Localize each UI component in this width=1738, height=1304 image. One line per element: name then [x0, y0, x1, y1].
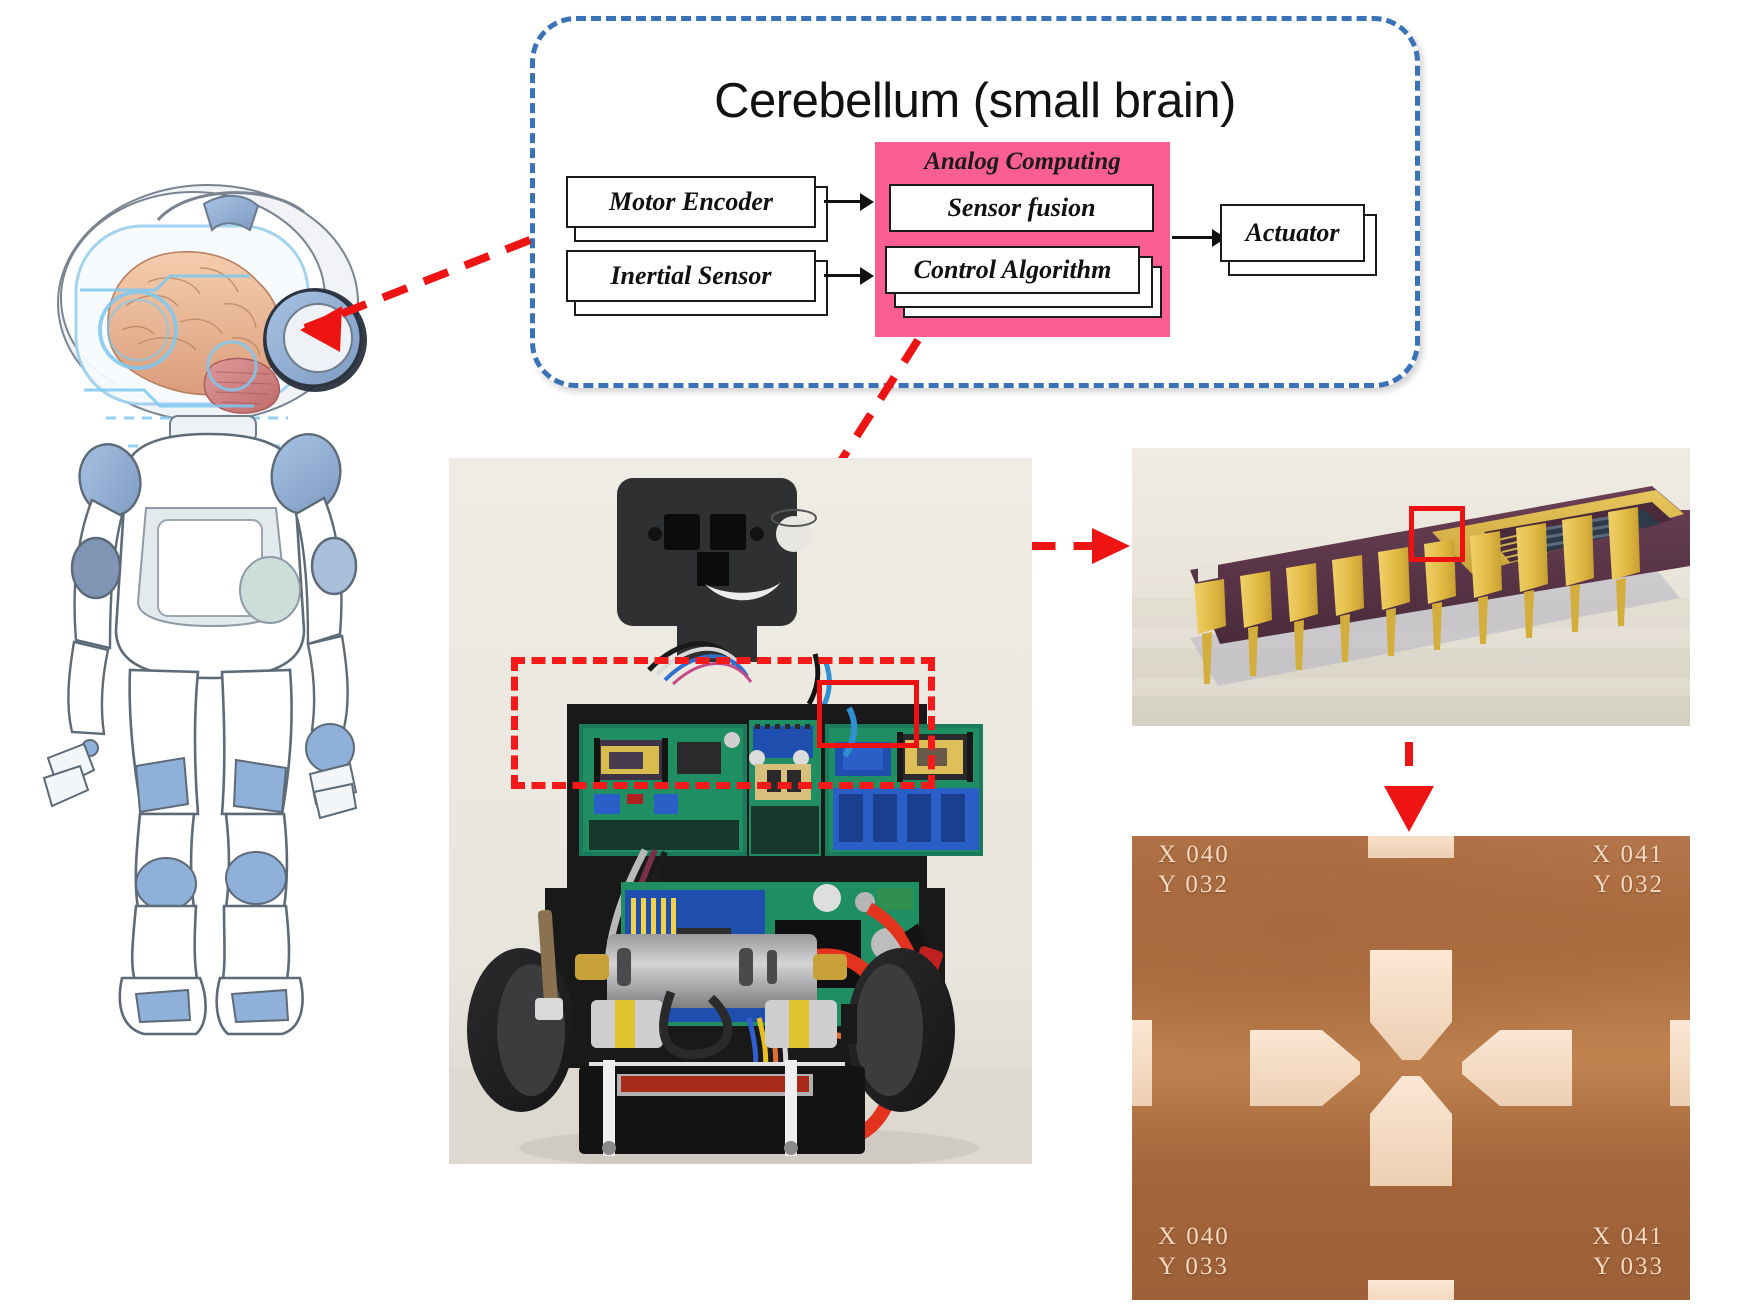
robot-head: [57, 184, 367, 448]
sensor-fusion-block: Sensor fusion: [889, 184, 1154, 232]
arrow-analog-to-actuator: [1172, 236, 1214, 239]
robot-feet: [118, 976, 304, 1036]
drive-motors: [575, 934, 847, 1008]
page-title: Cerebellum (small brain): [714, 74, 1236, 128]
analog-computing-label: Analog Computing: [924, 148, 1121, 175]
analog-chip-annotation: [817, 680, 919, 748]
micrograph-label-bottom-right: X 041 Y 033: [1592, 1223, 1664, 1280]
robot-hands: [42, 723, 358, 820]
robot-legs: [128, 668, 293, 986]
analog-computing-block: Analog Computing Sensor fusion Control A…: [875, 142, 1170, 337]
robot-illustration: [18, 178, 398, 1108]
control-algorithm-block: Control Algorithm: [885, 246, 1162, 318]
sensor-fusion-label: Sensor fusion: [947, 193, 1096, 222]
chip-photo: [1132, 448, 1690, 726]
inertial-sensor-label: Inertial Sensor: [610, 261, 772, 290]
motor-encoder-front: Motor Encoder: [566, 176, 816, 228]
control-algorithm-label: Control Algorithm: [913, 255, 1112, 284]
arrow-inertial-to-analog: [824, 274, 862, 277]
arrow-encoder-to-analog: [824, 200, 862, 203]
micrograph-label-bottom-left: X 040 Y 033: [1158, 1223, 1230, 1280]
motor-encoder-block: Motor Encoder: [566, 176, 828, 242]
robot-photo: [449, 458, 1032, 1164]
die-region-annotation: [1409, 506, 1465, 562]
micrograph-label-top-right: X 041 Y 032: [1592, 841, 1664, 898]
battery-pack: [579, 1060, 865, 1156]
actuator-block: Actuator: [1220, 204, 1377, 276]
hall-cross-pattern: [1250, 950, 1572, 1186]
control-algorithm-front: Control Algorithm: [885, 246, 1140, 294]
sensor-fusion-front: Sensor fusion: [889, 184, 1154, 232]
micrograph-photo: X 040 Y 032 X 041 Y 032 X 040 Y 033 X 04…: [1132, 836, 1690, 1300]
inertial-sensor-block: Inertial Sensor: [566, 250, 828, 316]
head-ear-module: [263, 288, 367, 392]
inertial-sensor-front: Inertial Sensor: [566, 250, 816, 302]
arrow-head-inertial: [860, 267, 874, 285]
actuator-front: Actuator: [1220, 204, 1365, 262]
arrow-head-encoder: [860, 193, 874, 211]
micrograph-label-top-left: X 040 Y 032: [1158, 841, 1230, 898]
motor-encoder-label: Motor Encoder: [609, 187, 773, 216]
actuator-label: Actuator: [1245, 218, 1340, 247]
